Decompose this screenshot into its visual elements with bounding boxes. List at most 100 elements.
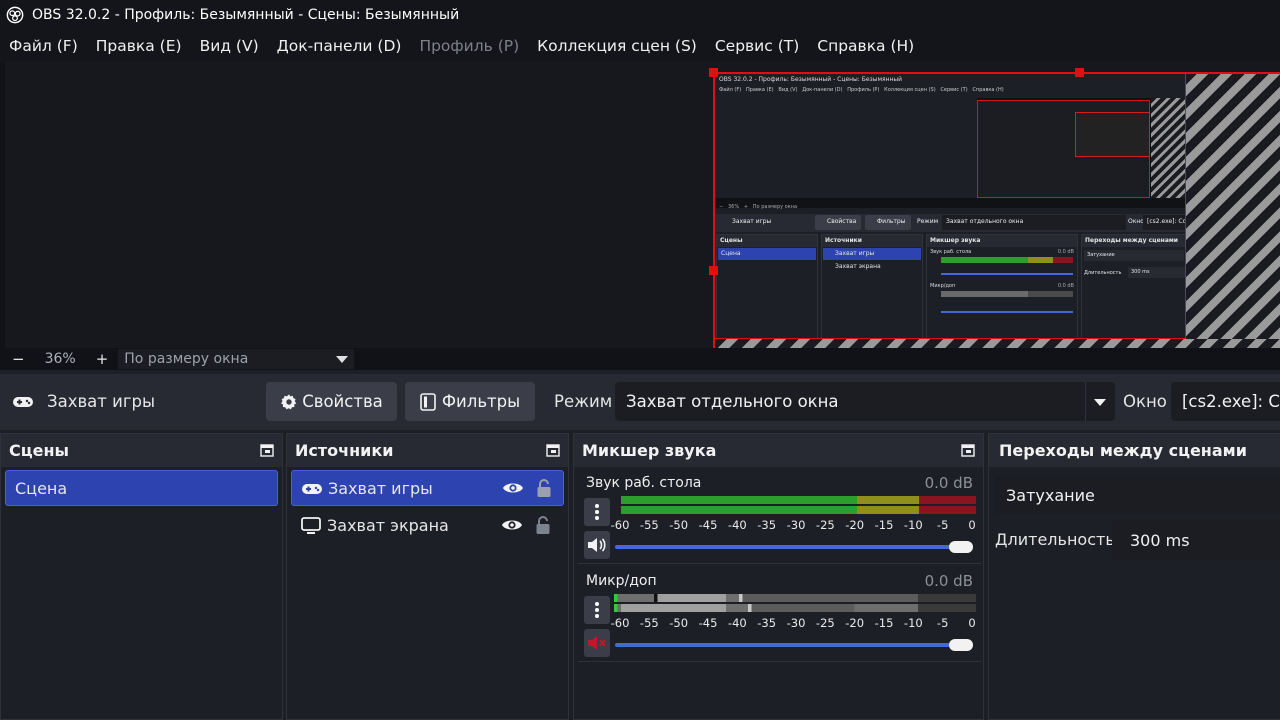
meter-tick-label: -5 bbox=[936, 616, 949, 630]
window-select[interactable]: [cs2.exe]: Cou bbox=[1171, 382, 1280, 421]
properties-button[interactable]: Свойства bbox=[266, 382, 397, 421]
meter-tick-label: -30 bbox=[786, 518, 806, 532]
nested-fade: Затухание bbox=[1084, 250, 1184, 261]
selection-handle-top-center[interactable] bbox=[1075, 68, 1084, 77]
scenes-dock-title: Сцены bbox=[9, 441, 69, 460]
gamepad-icon bbox=[302, 484, 322, 494]
menu-profile[interactable]: Профиль (P) bbox=[410, 30, 528, 62]
nested-duration-value: 300 ms bbox=[1128, 267, 1185, 278]
duration-input[interactable]: 300 ms bbox=[1112, 520, 1280, 560]
eye-icon[interactable] bbox=[502, 480, 524, 496]
nested-mixer-ch1: Звук раб. стола bbox=[930, 249, 972, 255]
selection-top-edge bbox=[714, 72, 1280, 74]
channel-name: Микр/доп bbox=[586, 573, 657, 589]
capture-mode-select[interactable]: Захват отдельного окна bbox=[615, 382, 1115, 421]
menu-view[interactable]: Вид (V) bbox=[191, 30, 268, 62]
nested-menu: Файл (F) Правка (E) Вид (V) Док-панели (… bbox=[719, 87, 1004, 93]
meter-tick-label: -20 bbox=[845, 518, 865, 532]
menu-edit[interactable]: Правка (E) bbox=[87, 30, 191, 62]
mixer-channel-desktop: Звук раб. стола 0.0 dB -60 -55 -50 -45 -40 -3… bbox=[578, 469, 981, 564]
zoom-mode-value: По размеру окна bbox=[124, 351, 249, 367]
undock-icon[interactable] bbox=[961, 444, 975, 457]
window-value: [cs2.exe]: Cou bbox=[1182, 392, 1280, 411]
transitions-dock-title: Переходы между сценами bbox=[999, 441, 1247, 460]
undock-icon[interactable] bbox=[546, 444, 560, 457]
meter-tick-label: 0 bbox=[968, 518, 976, 532]
nested-mixer-title: Микшер звука bbox=[927, 235, 1077, 247]
undock-icon[interactable] bbox=[260, 444, 274, 457]
volume-meter bbox=[621, 496, 976, 515]
nested-title: OBS 32.0.2 - Профиль: Безымянный - Сцены… bbox=[719, 76, 903, 83]
meter-tick-label: -55 bbox=[639, 518, 659, 532]
sources-dock-title: Источники bbox=[295, 441, 394, 460]
menu-scene-collection[interactable]: Коллекция сцен (S) bbox=[528, 30, 706, 62]
meter-tick-label: -25 bbox=[815, 616, 835, 630]
context-source-name: Захват игры bbox=[47, 392, 156, 411]
menu-docks[interactable]: Док-панели (D) bbox=[268, 30, 411, 62]
lock-icon[interactable] bbox=[536, 478, 552, 498]
source-label: Захват игры bbox=[328, 479, 433, 498]
transition-type-select[interactable]: Затухание bbox=[995, 476, 1280, 514]
kebab-menu-icon bbox=[595, 602, 599, 618]
meter-tick-label: -15 bbox=[874, 518, 894, 532]
meter-tick-label: -60 bbox=[610, 518, 630, 532]
sources-dock-header: Источники bbox=[287, 434, 568, 467]
nested-sources-title: Источники bbox=[822, 235, 922, 247]
menu-file[interactable]: Файл (F) bbox=[0, 30, 87, 62]
filters-label: Фильтры bbox=[441, 392, 521, 411]
selection-handle-top-left[interactable] bbox=[709, 68, 718, 77]
filter-icon bbox=[420, 392, 436, 411]
scenes-dock-header: Сцены bbox=[1, 434, 282, 467]
mute-button[interactable] bbox=[584, 531, 610, 559]
speaker-icon bbox=[588, 538, 606, 552]
menu-help[interactable]: Справка (H) bbox=[808, 30, 923, 62]
transition-type-value: Затухание bbox=[1006, 485, 1095, 505]
scene-item-label: Сцена bbox=[15, 478, 68, 498]
nested-window-value: [cs2.exe]: Co bbox=[1143, 215, 1185, 230]
chevron-down-icon bbox=[1094, 399, 1106, 406]
source-label: Захват экрана bbox=[327, 516, 449, 535]
zoom-out-button[interactable]: − bbox=[12, 350, 25, 368]
scene-item[interactable]: Сцена bbox=[5, 470, 278, 506]
unmute-button[interactable] bbox=[584, 629, 610, 657]
transitions-dock-header: Переходы между сценами bbox=[989, 434, 1280, 467]
volume-slider-handle[interactable] bbox=[949, 639, 973, 651]
nested-window-label: Окно bbox=[1128, 218, 1144, 225]
window-title: OBS 32.0.2 - Профиль: Безымянный - Сцены… bbox=[32, 7, 460, 23]
meter-tick-label: -45 bbox=[698, 616, 718, 630]
window-label: Окно bbox=[1123, 392, 1167, 411]
nested-source-2: Захват экрана bbox=[835, 263, 881, 270]
nested-transitions-title: Переходы между сценами bbox=[1082, 235, 1185, 247]
gear-icon bbox=[281, 393, 297, 409]
mode-label: Режим bbox=[554, 392, 613, 411]
menu-tools[interactable]: Сервис (T) bbox=[706, 30, 808, 62]
eye-icon[interactable] bbox=[501, 517, 523, 533]
scenes-dock: Сцены Сцена bbox=[0, 433, 283, 720]
volume-slider[interactable] bbox=[615, 545, 965, 549]
source-item-game-capture[interactable]: Захват игры bbox=[291, 470, 564, 506]
volume-slider-handle[interactable] bbox=[949, 541, 973, 553]
zoom-in-button[interactable]: + bbox=[96, 350, 109, 368]
mixer-channel-mic: Микр/доп 0.0 dB -60 -55 -50 -45 -40 -35 -30 -25… bbox=[578, 567, 981, 662]
channel-menu-button[interactable] bbox=[584, 596, 610, 624]
nested-duration-label: Длительность bbox=[1084, 270, 1122, 276]
source-item-display-capture[interactable]: Захват экрана bbox=[291, 508, 564, 544]
zoom-mode-select[interactable]: По размеру окна bbox=[118, 349, 355, 369]
nested-mixer-ch2-db: 0.0 dB bbox=[1057, 283, 1074, 289]
monitor-icon bbox=[301, 517, 321, 534]
volume-slider[interactable] bbox=[615, 643, 965, 647]
meter-tick-label: -50 bbox=[669, 616, 689, 630]
nested-zoom: − 36% + По размеру окна bbox=[719, 204, 798, 210]
duration-label: Длительность bbox=[995, 530, 1115, 549]
nested-mixer-ch1-db: 0.0 dB bbox=[1057, 249, 1074, 255]
channel-menu-button[interactable] bbox=[584, 498, 610, 526]
nested-obs-capture[interactable]: OBS 32.0.2 - Профиль: Безымянный - Сцены… bbox=[714, 73, 1186, 339]
filters-button[interactable]: Фильтры bbox=[405, 382, 535, 421]
mixer-dock-header: Микшер звука bbox=[574, 434, 983, 467]
meter-tick-label: -60 bbox=[610, 616, 630, 630]
selection-handle-middle-left[interactable] bbox=[709, 266, 718, 275]
meter-tick-label: -50 bbox=[669, 518, 689, 532]
meter-scale: -60 -55 -50 -45 -40 -35 -30 -25 -20 -15 -10 -5 0 bbox=[611, 518, 982, 532]
volume-meter bbox=[614, 594, 976, 613]
lock-icon[interactable] bbox=[535, 515, 551, 535]
